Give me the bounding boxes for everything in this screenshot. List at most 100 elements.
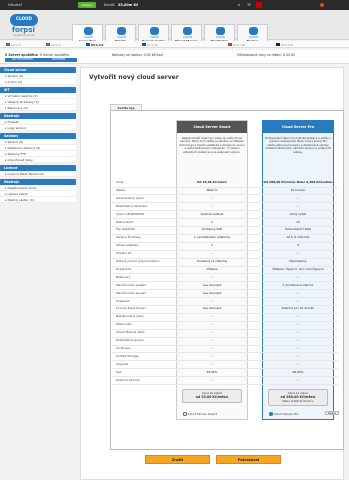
pro-check-icon: ✓	[296, 195, 300, 200]
user-name[interactable]: Uživateľ	[8, 3, 22, 7]
plan-smart-cell: Od 25,00 Kč/měsíc	[196, 180, 228, 184]
plan-pro-cell: Až 5 (1 zdarma)	[286, 235, 310, 240]
credit-topup-button[interactable]: Dobíjení	[78, 2, 96, 8]
sidebar-item[interactable]: Nástroj služby (0)	[0, 197, 76, 203]
plan-smart-cell: Omezený SSD	[201, 227, 223, 232]
sidebar: Cloud serverSpráva (0)Archiv (0) SITVirtu…	[0, 67, 76, 205]
pro-check-icon: ✓	[296, 345, 300, 350]
plan-smart-cell: ✓	[176, 204, 248, 208]
plan-smart-cell: ✓	[176, 330, 248, 334]
smart-check-icon: ✓	[210, 274, 214, 279]
plan-pro-cell: ✓	[262, 275, 334, 279]
credit-value: 25,00m Kč	[118, 3, 139, 7]
pro-check-icon: ✓	[296, 322, 300, 327]
settings-button[interactable]: NASTAVENÍ	[40, 58, 77, 62]
flag-icon	[276, 43, 280, 46]
sidebar-item[interactable]: Licence Plesk Panelu (0)	[0, 171, 76, 177]
list-running-button[interactable]: LIST SPUŠTĚNÝCH	[5, 58, 40, 62]
dc-label: DC1-GB	[233, 42, 245, 47]
sidebar-item[interactable]: Balancery (0)	[0, 105, 76, 111]
sidebar-item[interactable]: Logy správci	[0, 125, 76, 131]
plan-pro-cell: ✓	[262, 299, 334, 303]
plan-pro-cell: ✓	[262, 338, 334, 342]
language-flag-icon[interactable]	[256, 2, 262, 8]
credit-label: Kredit:	[104, 3, 116, 7]
logo-cloud-text: CLOUD	[16, 16, 33, 21]
private-icon	[117, 27, 126, 35]
details-button[interactable]: Detaily	[325, 411, 339, 415]
plan-pro-radio[interactable]: Cloud Server Pro	[269, 412, 299, 416]
smart-check-icon: ✓	[210, 345, 214, 350]
sidebar-item[interactable]: Archiv (0)	[0, 79, 76, 85]
plan-smart-cell: ✓	[176, 362, 248, 366]
plan-pro-cell: 3	[297, 243, 299, 248]
sidebar-group: NástrojeFirewallLogy správci	[0, 113, 76, 131]
plan-smart-cell: ✓	[176, 275, 248, 279]
hourly-cost: Náklady za hodinu: 0,00 Kč/hod	[112, 53, 163, 57]
plan-smart-cell: ✓	[176, 378, 248, 382]
sidebar-group: ŠablonySpráva (0)Nastavení šablony (0)Ša…	[0, 133, 76, 163]
logo-brand: forpsi	[12, 26, 35, 34]
continue-button[interactable]: Pokračovat	[216, 455, 281, 464]
plan-smart-cell: Lze dokoupit	[202, 282, 222, 287]
dc-item[interactable]: DC1-GB	[228, 43, 245, 47]
dc-item[interactable]: DC1-IT	[6, 43, 21, 47]
plan-smart-cell: Lze dokoupit	[202, 306, 222, 311]
dc-label: DC1-IT	[11, 42, 22, 47]
plan-pro-cell: Za hodinu	[290, 187, 306, 192]
plan-smart-cell: 1 neodlistování (zdarma)	[193, 235, 231, 240]
sidebar-item[interactable]: Importovat disky	[0, 157, 76, 163]
page-title: Vytvořit nový cloud server	[89, 74, 179, 81]
smart-check-icon: ✓	[210, 322, 214, 327]
radio-label: Cloud Server Smart	[187, 412, 217, 416]
dc-item[interactable]: DC1-SK	[142, 43, 158, 47]
plan-smart-cell: ✓	[176, 322, 248, 326]
flag-icon	[46, 43, 50, 46]
mail-icon[interactable]: ✉	[246, 2, 252, 8]
dc-label: DC1-DE	[281, 42, 293, 47]
logo-tagline: kampaň kde se vám	[13, 34, 36, 37]
plan-pro-cell: ✓	[262, 330, 334, 334]
plan-smart-cell: ✓	[176, 314, 248, 318]
app-header: CLOUD forpsi kampaň kde se vám CLOUD Com…	[0, 10, 349, 48]
plan-pro-cell: 15	[296, 219, 300, 224]
home-icon[interactable]: ⌂	[236, 2, 242, 8]
plan-smart-price-box[interactable]: Cena za měsíc od 25,00 Kč/měsíc	[182, 389, 242, 403]
forpsi-logo[interactable]: CLOUD forpsi kampaň kde se vám	[6, 13, 48, 37]
plan-smart-cell: VMware	[206, 266, 218, 271]
flag-icon	[86, 43, 90, 46]
plan-smart-cell: ✓	[176, 354, 248, 358]
dc-label: DC1-CZ	[91, 42, 104, 47]
plan-smart-cell: Měsíční	[206, 187, 218, 192]
plan-pro-cell: ✓	[262, 346, 334, 350]
storage-icon	[183, 27, 192, 35]
plan-smart-cell: 1	[211, 243, 213, 248]
plan-smart-cell: ✓	[176, 196, 248, 200]
smart-check-icon: ✓	[210, 298, 214, 303]
smart-check-icon: ✓	[210, 338, 214, 342]
plan-pro-description: Profesionální řešení pro kritické aplika…	[265, 137, 331, 154]
plan-pro-cell: Neomezený	[289, 259, 307, 263]
smart-check-icon: ✓	[210, 361, 214, 366]
plan-pro-cell: Zdarma pro 10 domén	[281, 306, 315, 311]
dc-item[interactable]: DC1-DE	[276, 43, 293, 47]
plan-pro-cell: ✓	[262, 354, 334, 358]
plan-pro-price-box[interactable]: Cena za měsíc od 288,00 Kč/měsíc Nebo 0,…	[268, 389, 328, 406]
plan-pro-cell: Od 288,00 Kč/měsíc Nebo 0,409 Kč/hodinu	[263, 180, 333, 184]
monthly-estimate: Odhadované ceny za měsíc: 0,00 Kč	[237, 53, 295, 57]
smart-check-icon: ✓	[210, 353, 214, 358]
plan-pro-cell: ✓	[262, 291, 334, 295]
plan-pro-cell: 1 kombinace zdarma	[282, 282, 314, 287]
sidebar-group: LicenceLicence Plesk Panelu (0)	[0, 165, 76, 177]
status-bar: 0 Server spuštěno LIST SPUŠTĚNÝCH 0 Serv…	[0, 50, 349, 64]
dc-item-selected[interactable]: DC1-CZ	[86, 43, 103, 47]
plan-smart-cell: ✓	[176, 299, 248, 303]
alert-icon[interactable]	[320, 3, 324, 7]
top-bar: Uživateľ Dobíjení Kredit: 25,00m Kč ⌂ ✉	[0, 0, 349, 10]
plan-smart-radio[interactable]: Cloud Server Smart	[183, 412, 217, 416]
pro-check-icon: ✓	[296, 314, 300, 319]
plan-smart-cell: Vyššiná velikost	[200, 211, 224, 216]
smart-check-icon: ✓	[210, 314, 214, 319]
cancel-button[interactable]: Zrušit	[145, 455, 210, 464]
dc-item[interactable]: DC2-IT	[46, 43, 61, 47]
